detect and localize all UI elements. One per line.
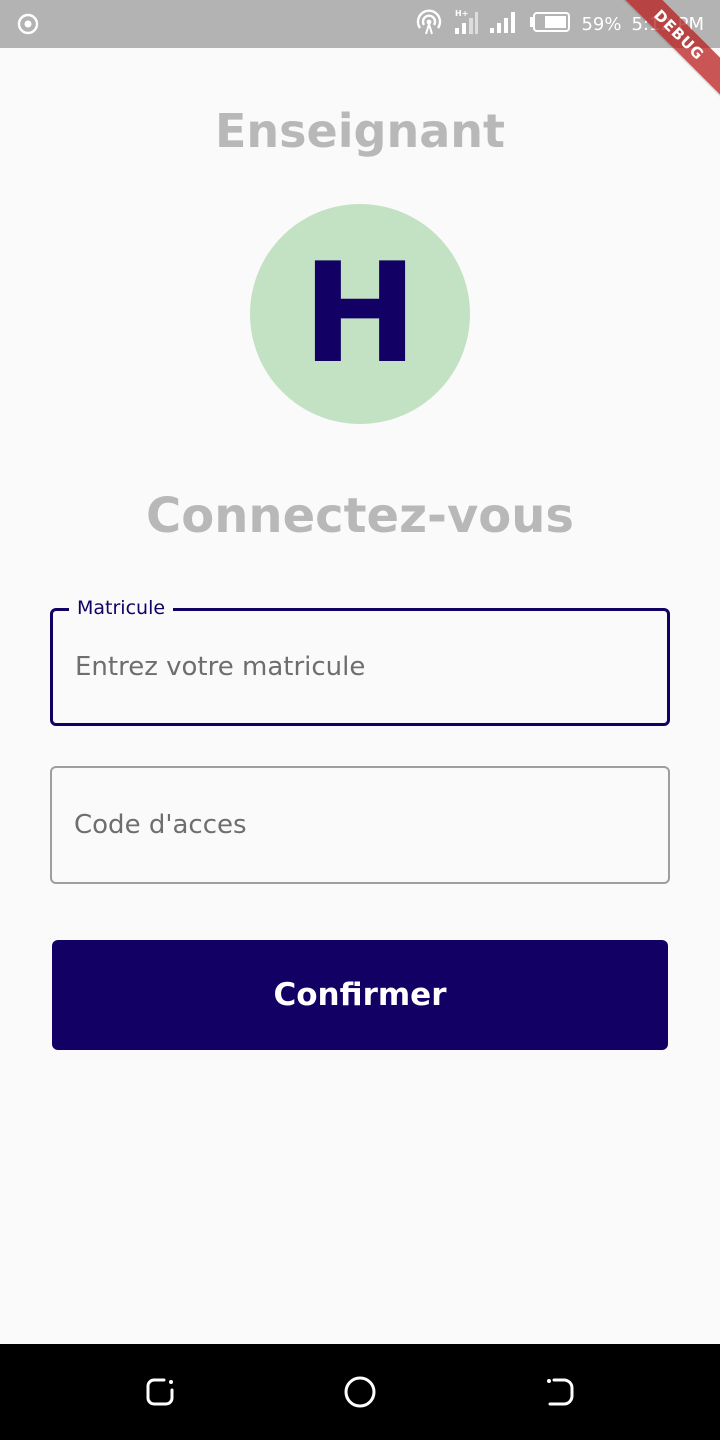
svg-text:H+: H+ — [455, 9, 468, 18]
signal-icon — [489, 10, 519, 39]
navigation-bar — [0, 1344, 720, 1440]
battery-percent: 59% — [581, 13, 622, 35]
matricule-placeholder: Entrez votre matricule — [75, 652, 366, 682]
avatar-letter: H — [302, 233, 418, 394]
battery-icon — [529, 11, 571, 38]
avatar: H — [250, 204, 470, 424]
role-title: Enseignant — [215, 104, 505, 158]
page-title: Connectez-vous — [146, 488, 574, 544]
status-bar: H+ 59% 5:12 PM — [0, 0, 720, 48]
hotspot-icon — [415, 8, 443, 41]
confirm-button[interactable]: Confirmer — [52, 940, 668, 1050]
signal-hplus-icon: H+ — [453, 8, 479, 41]
access-code-field[interactable]: Code d'acces — [50, 766, 670, 884]
target-icon — [16, 12, 40, 36]
home-icon[interactable] — [342, 1374, 378, 1410]
access-code-placeholder: Code d'acces — [74, 810, 247, 840]
recents-icon[interactable] — [142, 1374, 178, 1410]
matricule-field[interactable]: Matricule Entrez votre matricule — [50, 597, 670, 726]
back-icon[interactable] — [542, 1374, 578, 1410]
confirm-button-label: Confirmer — [273, 977, 447, 1013]
